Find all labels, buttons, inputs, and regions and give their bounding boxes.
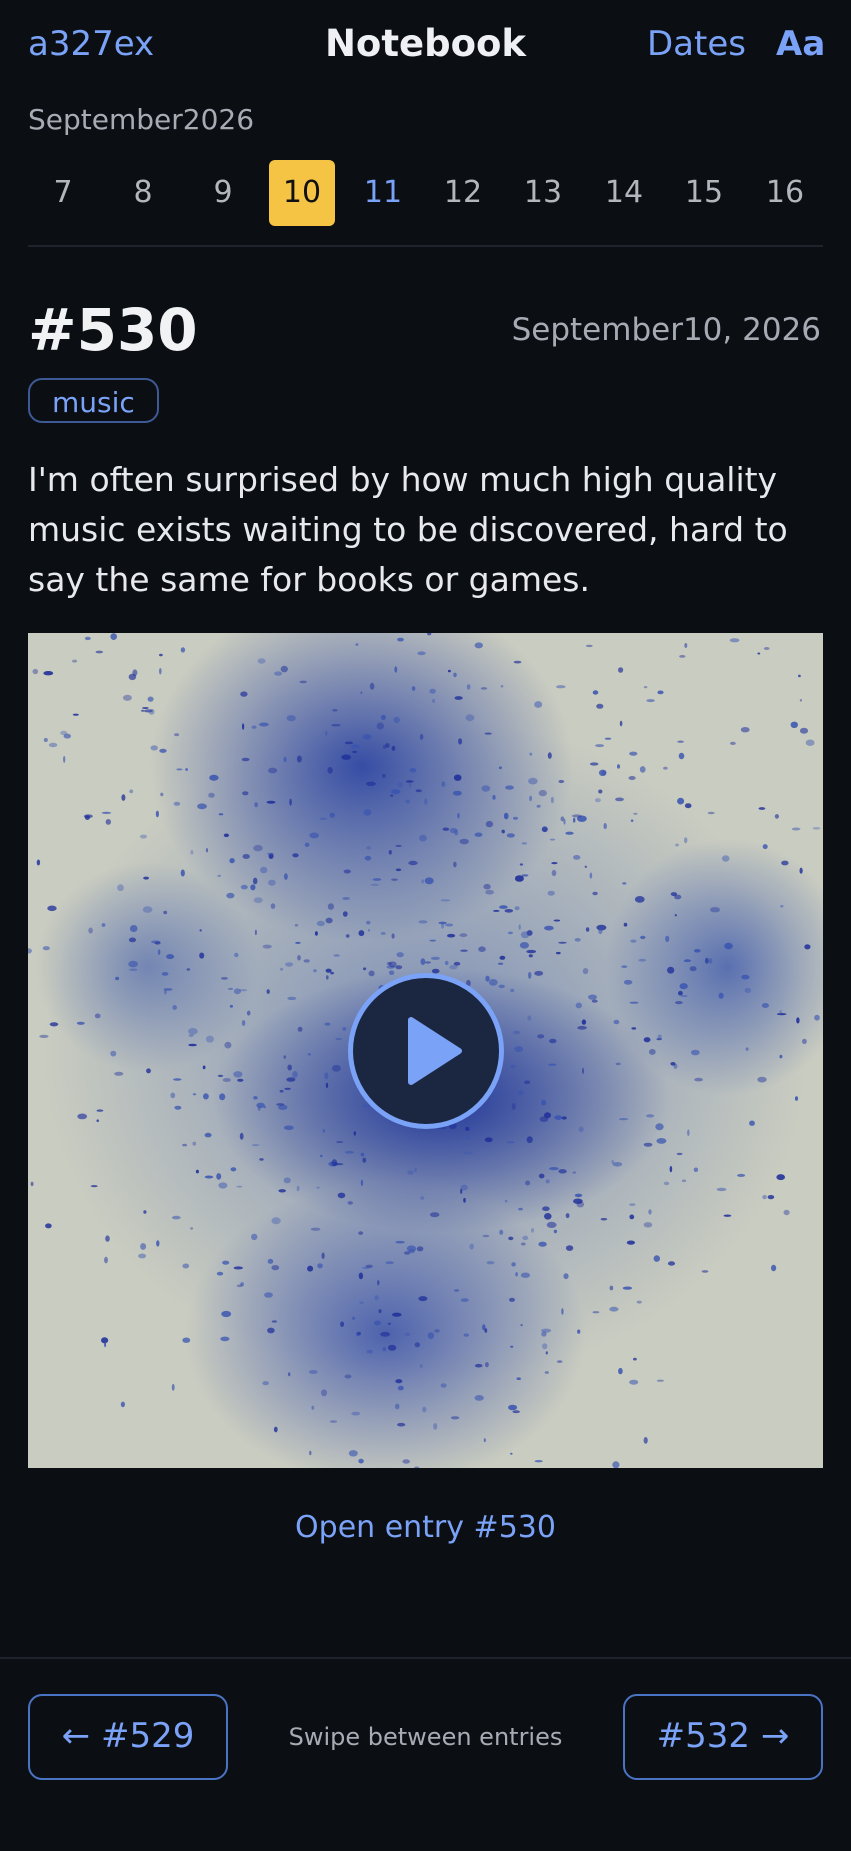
entry-date: September10, 2026 <box>511 312 821 348</box>
font-size-toggle[interactable]: Aa <box>776 24 825 64</box>
tag-badge[interactable]: music <box>28 378 159 423</box>
page-title: Notebook <box>324 22 527 65</box>
day-11[interactable]: 11 <box>350 160 416 226</box>
open-entry-wrap: Open entry #530 <box>0 1510 851 1545</box>
day-7[interactable]: 7 <box>30 160 96 226</box>
entry-text: I'm often surprised by how much high qua… <box>28 460 788 599</box>
play-button[interactable] <box>347 972 504 1129</box>
calendar-month: September2026 <box>28 103 255 136</box>
video-thumbnail[interactable] <box>28 633 823 1468</box>
day-9[interactable]: 9 <box>190 160 256 226</box>
day-13[interactable]: 13 <box>510 160 576 226</box>
header-divider <box>28 245 823 247</box>
open-entry-link[interactable]: Open entry #530 <box>295 1510 556 1545</box>
play-icon <box>407 1016 462 1085</box>
entry-number: #530 <box>28 296 198 364</box>
day-strip: 7 8 9 10 11 12 13 14 15 16 <box>22 160 832 228</box>
app-header: a327ex Notebook Dates Aa <box>0 0 851 100</box>
brand-link[interactable]: a327ex <box>28 24 154 64</box>
next-entry-button[interactable]: #532 → <box>623 1694 823 1780</box>
day-15[interactable]: 15 <box>671 160 737 226</box>
dates-link[interactable]: Dates <box>647 24 746 64</box>
day-14[interactable]: 14 <box>591 160 657 226</box>
prev-entry-button[interactable]: ← #529 <box>28 1694 228 1780</box>
day-16[interactable]: 16 <box>752 160 818 226</box>
day-10[interactable]: 10 <box>269 160 335 226</box>
day-8[interactable]: 8 <box>110 160 176 226</box>
day-12[interactable]: 12 <box>430 160 496 226</box>
footer-nav: ← #529 Swipe between entries #532 → <box>0 1657 851 1851</box>
